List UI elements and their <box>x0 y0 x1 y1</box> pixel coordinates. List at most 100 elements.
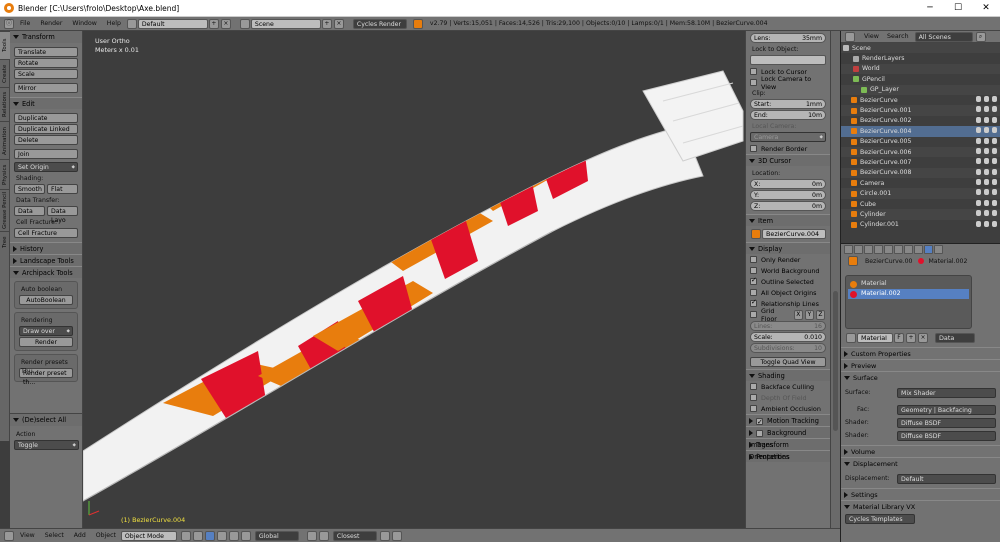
fake-user-button[interactable]: F <box>894 333 904 343</box>
cursor-z-field[interactable]: Z: 0m <box>750 201 826 211</box>
render-preset-button[interactable]: Render preset th... <box>19 368 73 386</box>
cursor-icon[interactable] <box>984 179 989 186</box>
grid-z-toggle[interactable]: Z <box>815 309 825 320</box>
constraints-tab-icon[interactable] <box>894 245 903 254</box>
draw-over-dropdown[interactable]: Draw over <box>19 326 73 336</box>
cursor-icon[interactable] <box>984 189 989 196</box>
camera-icon[interactable] <box>992 158 997 165</box>
menu-help[interactable]: Help <box>102 20 126 27</box>
eye-icon[interactable] <box>976 116 981 123</box>
material-library-header[interactable]: Material Library VX <box>841 500 1000 512</box>
grid-scale-field[interactable]: Scale: 0.010 <box>750 332 826 342</box>
item-header[interactable]: Item <box>746 214 830 226</box>
outliner-item[interactable]: World <box>841 63 1000 75</box>
cursor-icon[interactable] <box>984 168 989 175</box>
outliner-item[interactable]: GP_Layer <box>841 84 1000 95</box>
visibility-toggles[interactable] <box>976 179 997 186</box>
render-engine-select[interactable]: Cycles Render <box>352 18 407 29</box>
displacement-header[interactable]: Displacement <box>841 457 1000 469</box>
menu-view[interactable]: View <box>15 532 40 539</box>
outliner-item[interactable]: BezierCurve.004 <box>841 126 1000 137</box>
data-layout-button[interactable]: Data Layo <box>47 206 78 224</box>
custom-properties-header[interactable]: Custom Properties <box>841 347 1000 359</box>
shader2-select[interactable]: Diffuse BSDF <box>897 430 996 441</box>
modifiers-tab-icon[interactable] <box>904 245 913 254</box>
display-header[interactable]: Display <box>746 242 830 254</box>
shading-mode-icon[interactable] <box>180 530 191 541</box>
axe-handle-model[interactable] <box>83 31 745 528</box>
outliner-item[interactable]: Cylinder <box>841 209 1000 220</box>
remove-scene-button[interactable]: × <box>333 18 344 29</box>
camera-icon[interactable] <box>992 95 997 102</box>
tab-tree[interactable]: Tree <box>0 231 10 253</box>
layers-icon[interactable] <box>306 530 317 541</box>
lock-camera-checkbox[interactable]: Lock Camera to View <box>746 75 830 91</box>
data-tab-icon[interactable] <box>914 245 923 254</box>
grid-y-toggle[interactable]: Y <box>804 309 814 320</box>
ambient-occlusion-checkbox[interactable]: Ambient Occlusion <box>746 403 830 414</box>
outliner-item[interactable]: GPencil <box>841 74 1000 84</box>
proportional-edit-icon[interactable] <box>379 530 390 541</box>
tab-relations[interactable]: Relations <box>0 87 10 121</box>
outliner-item[interactable]: BezierCurve.006 <box>841 146 1000 158</box>
cursor-icon[interactable] <box>984 137 989 144</box>
camera-icon[interactable] <box>992 220 997 227</box>
eye-icon[interactable] <box>976 210 981 217</box>
cursor-icon[interactable] <box>984 220 989 227</box>
add-screen-button[interactable]: + <box>208 18 219 29</box>
eye-icon[interactable] <box>976 189 981 196</box>
visibility-toggles[interactable] <box>976 95 997 102</box>
eye-icon[interactable] <box>976 158 981 165</box>
background-images-header[interactable]: Background Images <box>746 426 830 449</box>
grid-x-toggle[interactable]: X <box>793 309 803 320</box>
texture-tab-icon[interactable] <box>934 245 943 254</box>
visibility-toggles[interactable] <box>976 137 997 144</box>
render-tab-icon[interactable] <box>844 245 853 254</box>
cursor-x-field[interactable]: X: 0m <box>750 179 826 189</box>
visibility-toggles[interactable] <box>976 210 997 217</box>
toggle-quad-view-button[interactable]: Toggle Quad View <box>750 357 826 367</box>
history-panel-header[interactable]: History <box>10 242 82 254</box>
join-button[interactable]: Join <box>14 149 78 159</box>
tab-grease-pencil[interactable]: Grease Pencil <box>0 189 10 231</box>
clip-start-field[interactable]: Start: 1mm <box>750 99 826 109</box>
camera-icon[interactable] <box>992 147 997 154</box>
world-background-checkbox[interactable]: World Background <box>746 265 830 276</box>
transform-orientations-header[interactable]: Transform Orientations <box>746 438 830 461</box>
clip-end-field[interactable]: End: 10m <box>750 110 826 120</box>
outliner-item[interactable]: Cube <box>841 199 1000 209</box>
scene-field[interactable]: Scene <box>250 18 321 29</box>
outliner-item[interactable]: Camera <box>841 178 1000 188</box>
editor-type-icon[interactable] <box>4 530 14 541</box>
camera-icon[interactable] <box>992 137 997 144</box>
library-select[interactable]: Cycles Templates <box>845 513 915 524</box>
properties-scrollbar[interactable] <box>830 31 840 528</box>
outliner-item[interactable]: BezierCurve.001 <box>841 105 1000 116</box>
render-layers-tab-icon[interactable] <box>854 245 863 254</box>
menu-render[interactable]: Render <box>35 20 67 27</box>
cursor-icon[interactable] <box>984 210 989 217</box>
eye-icon[interactable] <box>976 168 981 175</box>
smooth-button[interactable]: Smooth <box>14 184 45 194</box>
search-icon[interactable]: ⌕ <box>975 31 986 42</box>
3d-viewport[interactable]: User Ortho Meters x 0.01 (1) BezierCurve… <box>83 31 745 528</box>
material-tab-icon[interactable] <box>924 245 933 254</box>
cell-fracture-button[interactable]: Cell Fracture <box>14 228 78 238</box>
cursor-y-field[interactable]: Y: 0m <box>750 190 826 200</box>
scale-manipulator-icon[interactable] <box>240 530 251 541</box>
cursor-icon[interactable] <box>984 199 989 206</box>
snap-icon[interactable] <box>318 530 329 541</box>
shading-header[interactable]: Shading <box>746 369 830 381</box>
all-object-origins-checkbox[interactable]: All Object Origins <box>746 287 830 298</box>
outliner-item[interactable]: BezierCurve.008 <box>841 167 1000 179</box>
link-data-select[interactable]: Data <box>935 333 975 343</box>
auto-boolean-button[interactable]: AutoBoolean <box>19 295 73 305</box>
edit-panel-header[interactable]: Edit <box>10 97 82 109</box>
cursor-icon[interactable] <box>984 95 989 102</box>
only-render-checkbox[interactable]: Only Render <box>746 254 830 265</box>
eye-icon[interactable] <box>976 147 981 154</box>
outliner-filter-select[interactable]: All Scenes <box>914 31 973 42</box>
duplicate-button[interactable]: Duplicate <box>14 113 78 123</box>
action-dropdown[interactable]: Toggle <box>14 440 79 450</box>
settings-header[interactable]: Settings <box>841 488 1000 500</box>
